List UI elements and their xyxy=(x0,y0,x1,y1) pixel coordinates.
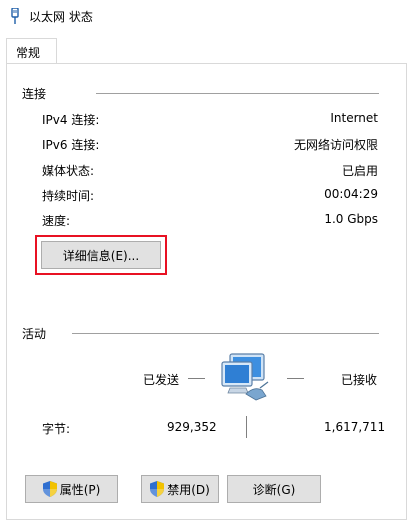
received-dash xyxy=(287,378,304,379)
uac-shield-icon xyxy=(42,481,57,497)
ipv6-label: IPv6 连接: xyxy=(42,138,100,152)
properties-button[interactable]: 属性(P) xyxy=(25,475,118,503)
received-label: 已接收 xyxy=(341,373,378,387)
ethernet-plug-icon xyxy=(11,8,19,24)
speed-value: 1.0 Gbps xyxy=(324,212,378,226)
bytes-divider xyxy=(246,416,247,438)
sent-label: 已发送 xyxy=(143,373,180,387)
duration-label: 持续时间: xyxy=(42,189,95,203)
window-title: 以太网 状态 xyxy=(29,10,93,24)
bytes-label: 字节: xyxy=(42,422,71,436)
uac-shield-icon xyxy=(150,481,165,497)
details-button[interactable]: 详细信息(E)... xyxy=(41,241,161,269)
network-computer-icon xyxy=(221,353,269,401)
connection-section-title: 连接 xyxy=(22,87,47,101)
general-panel xyxy=(6,63,407,520)
ipv4-label: IPv4 连接: xyxy=(42,113,100,127)
tab-strip: 常规 xyxy=(0,38,414,64)
ipv6-value: 无网络访问权限 xyxy=(293,138,378,152)
sent-dash xyxy=(188,378,205,379)
title-bar: 以太网 状态 xyxy=(0,0,414,32)
ipv4-value: Internet xyxy=(330,111,378,125)
details-button-label: 详细信息(E)... xyxy=(62,248,140,263)
activity-section-title: 活动 xyxy=(22,327,47,341)
duration-value: 00:04:29 xyxy=(324,187,378,201)
media-state-value: 已启用 xyxy=(341,164,378,178)
diagnose-button-label: 诊断(G) xyxy=(252,482,296,497)
bytes-sent-value: 929,352 xyxy=(167,420,217,434)
disable-button-label: 禁用(D) xyxy=(167,482,210,497)
activity-section-rule xyxy=(72,333,379,334)
tab-general[interactable]: 常规 xyxy=(6,38,57,64)
diagnose-button[interactable]: 诊断(G) xyxy=(227,475,321,503)
connection-section-rule xyxy=(96,93,379,94)
properties-button-label: 属性(P) xyxy=(59,482,101,497)
bytes-received-value: 1,617,711 xyxy=(324,420,386,434)
disable-button[interactable]: 禁用(D) xyxy=(141,475,219,503)
tab-general-label: 常规 xyxy=(16,46,41,60)
media-state-label: 媒体状态: xyxy=(42,164,95,178)
speed-label: 速度: xyxy=(42,214,71,228)
